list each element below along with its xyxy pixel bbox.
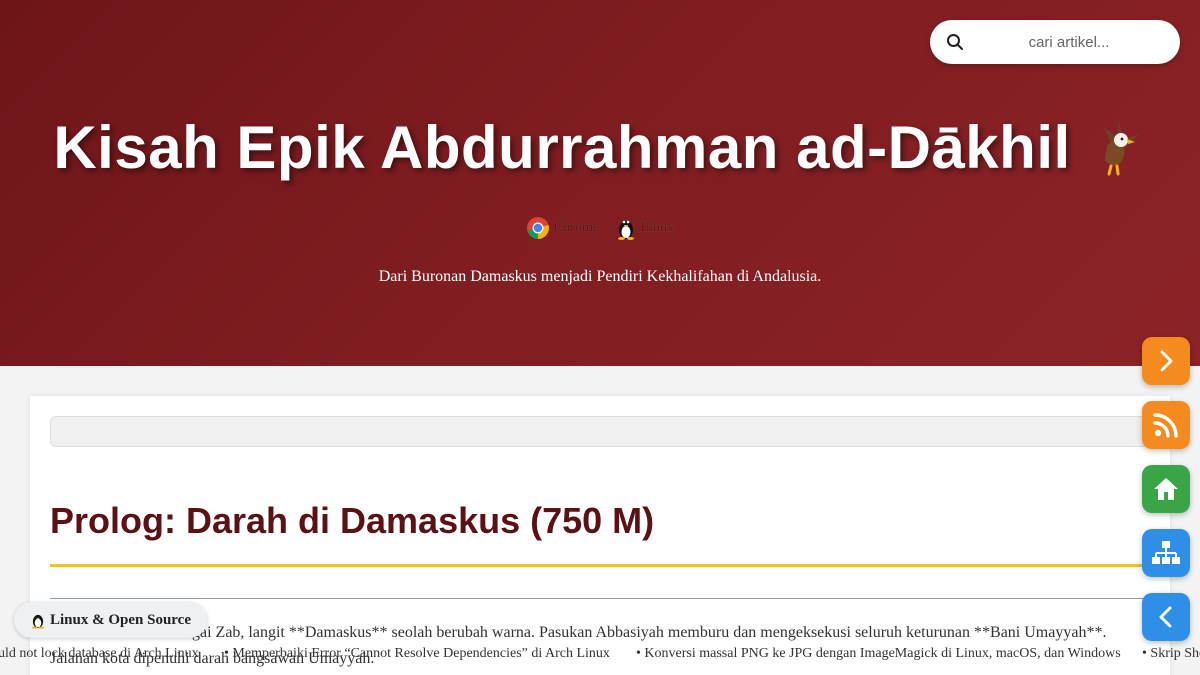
- chevron-right-icon: [1160, 350, 1173, 372]
- search-box[interactable]: [930, 20, 1180, 64]
- chevron-left-icon: [1159, 606, 1172, 628]
- section-heading: Prolog: Darah di Damaskus (750 M): [50, 500, 655, 541]
- ticker-item-text: Memperbaiki Error “Cannot Resolve Depend…: [232, 646, 610, 661]
- toolbar-strip: [50, 416, 1150, 447]
- platform-linux: Linux: [615, 216, 674, 240]
- ticker-item[interactable]: • Memperbaiki Error “Cannot Resolve Depe…: [224, 646, 610, 662]
- previous-article-button[interactable]: [1142, 593, 1190, 641]
- page-header: Kisah Epik Abdurrahman ad-Dākhil Chrome: [0, 0, 1200, 366]
- platform-label: Linux: [640, 220, 675, 235]
- page-title: Kisah Epik Abdurrahman ad-Dākhil: [0, 112, 1200, 192]
- platform-label: Chrome: [553, 220, 600, 235]
- search-icon: [947, 34, 963, 50]
- ticker-item-text: uld not lock database di Arch Linux: [0, 646, 199, 661]
- tux-icon: [32, 614, 44, 629]
- page-title-text: Kisah Epik Abdurrahman ad-Dākhil: [53, 113, 1071, 181]
- platform-list: Chrome Linux: [0, 216, 1200, 245]
- chrome-icon: [526, 217, 549, 239]
- home-button[interactable]: [1142, 465, 1190, 513]
- page-subtitle: Dari Buronan Damaskus menjadi Pendiri Ke…: [378, 268, 822, 285]
- home-icon: [1154, 478, 1178, 500]
- paragraph-line: ungai Zab, langit **Damaskus** seolah be…: [176, 624, 1107, 641]
- ticker-item-text: Konversi massal PNG ke JPG dengan ImageM…: [644, 646, 1121, 661]
- rss-feed-button[interactable]: [1142, 401, 1190, 449]
- tux-icon: [617, 220, 634, 240]
- sitemap-button[interactable]: [1142, 529, 1190, 577]
- eagle-icon: [1081, 112, 1147, 192]
- ticker-item[interactable]: uld not lock database di Arch Linux: [0, 646, 199, 662]
- next-article-button[interactable]: [1142, 337, 1190, 385]
- divider: [50, 598, 1150, 599]
- search-input[interactable]: [974, 28, 1164, 56]
- ticker-item-text: Skrip She: [1150, 646, 1200, 661]
- platform-chrome: Chrome: [526, 216, 599, 240]
- ticker-item[interactable]: • Konversi massal PNG ke JPG dengan Imag…: [636, 646, 1121, 662]
- heading-underline: [50, 564, 1150, 567]
- ticker-item[interactable]: • Skrip She: [1142, 646, 1200, 662]
- category-badge-label: Linux & Open Source: [50, 611, 191, 628]
- rss-icon: [1153, 413, 1178, 438]
- sitemap-icon: [1152, 541, 1180, 564]
- news-ticker: uld not lock database di Arch Linux • Me…: [0, 644, 1200, 666]
- category-badge[interactable]: Linux & Open Source: [14, 602, 207, 638]
